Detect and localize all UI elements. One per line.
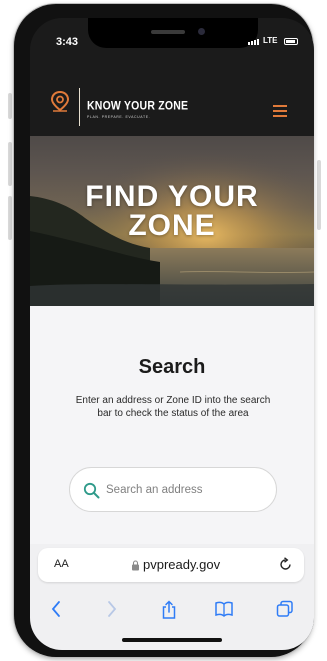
browser-chrome: AA pvpready.gov (30, 544, 314, 650)
notch (88, 18, 258, 48)
hero-banner: FIND YOUR ZONE (30, 136, 314, 306)
url-text[interactable]: pvpready.gov (143, 557, 220, 572)
text-size-button[interactable]: AA (54, 558, 69, 570)
bookmarks-icon[interactable] (214, 600, 234, 618)
phone-frame: 3:43 LTE KNOW YOUR ZONE PLAN. PREPARE. E… (14, 4, 314, 657)
hero-title-line1: FIND YOUR (85, 180, 259, 213)
volume-up-button (8, 142, 12, 186)
status-time: 3:43 (56, 36, 79, 48)
search-section: Search Enter an address or Zone ID into … (30, 306, 314, 552)
phone-screen: 3:43 LTE KNOW YOUR ZONE PLAN. PREPARE. E… (30, 18, 314, 650)
carrier-label: LTE (263, 36, 278, 45)
search-input[interactable] (106, 482, 266, 498)
front-camera (198, 28, 205, 35)
search-heading: Search (138, 356, 206, 378)
reload-icon[interactable] (278, 557, 293, 572)
home-indicator[interactable] (122, 638, 222, 642)
search-icon (83, 482, 100, 499)
browser-toolbar (30, 592, 314, 626)
mute-switch (8, 93, 12, 119)
hero-title-line2: ZONE (128, 209, 216, 242)
battery-icon (284, 38, 298, 45)
address-bar[interactable]: AA pvpready.gov (38, 548, 304, 582)
hamburger-menu-icon[interactable] (273, 105, 287, 117)
back-icon[interactable] (50, 600, 62, 618)
signal-icon (248, 39, 259, 45)
tabs-icon[interactable] (276, 600, 294, 618)
logo-divider (79, 88, 80, 126)
hero-title: FIND YOUR ZONE (30, 180, 314, 242)
speaker-grille (151, 30, 185, 34)
volume-down-button (8, 196, 12, 240)
site-tagline: PLAN. PREPARE. EVACUATE. (87, 115, 151, 119)
site-header: KNOW YOUR ZONE PLAN. PREPARE. EVACUATE. (30, 58, 314, 136)
search-description: Enter an address or Zone ID into the sea… (75, 395, 271, 419)
site-title[interactable]: KNOW YOUR ZONE (87, 99, 188, 113)
power-button (317, 160, 321, 230)
status-bar: 3:43 LTE (30, 18, 314, 58)
share-icon[interactable] (161, 600, 177, 620)
search-box[interactable] (69, 467, 277, 512)
lock-icon (132, 560, 139, 571)
forward-icon[interactable] (106, 600, 118, 618)
location-pin-logo-icon[interactable] (50, 90, 70, 119)
